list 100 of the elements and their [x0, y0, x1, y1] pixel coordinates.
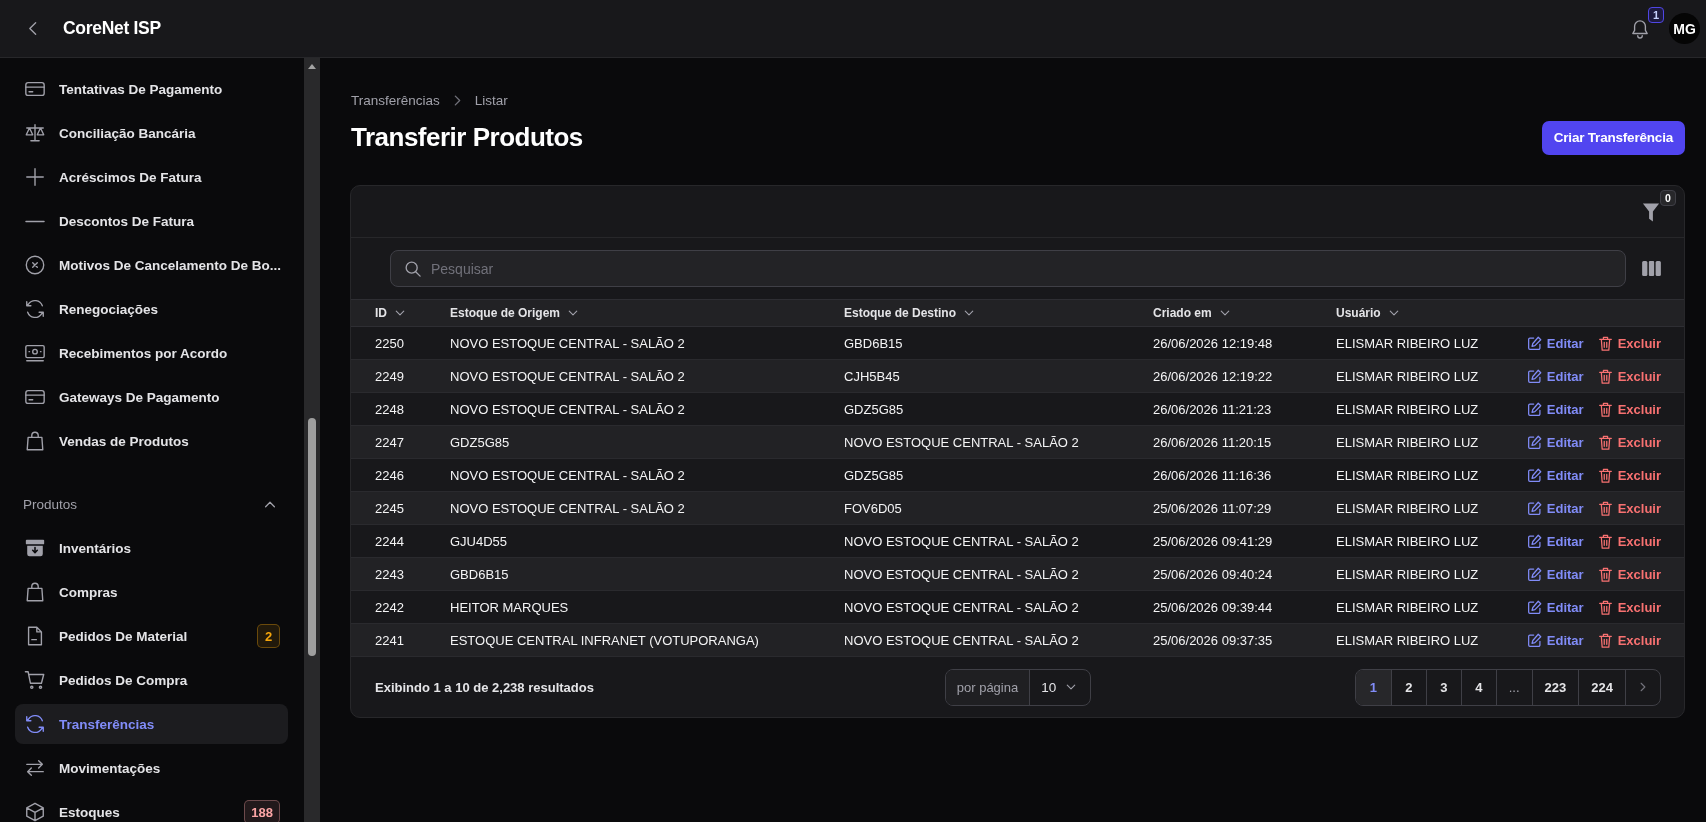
edit-button[interactable]: Editar	[1526, 401, 1584, 417]
table-cell: 2248	[375, 401, 404, 417]
page-button[interactable]: 4	[1460, 669, 1496, 705]
chevron-left-icon[interactable]	[28, 21, 37, 36]
chevron-down-icon	[1219, 310, 1230, 316]
table-cell: 2247	[375, 434, 404, 450]
delete-button[interactable]: Excluir	[1597, 500, 1661, 516]
table-cell: 2250	[375, 335, 404, 351]
scroll-up-arrow-icon[interactable]	[308, 64, 316, 69]
delete-button[interactable]: Excluir	[1597, 335, 1661, 351]
table-cell: GDZ5G85	[844, 401, 904, 417]
column-header[interactable]: ID	[375, 306, 405, 320]
section-header[interactable]: Produtos	[15, 484, 288, 524]
table-cell: ELISMAR RIBEIRO LUZ	[1336, 599, 1479, 615]
notification-badge: 1	[1648, 6, 1664, 23]
delete-button[interactable]: Excluir	[1597, 434, 1661, 450]
table-cell: ELISMAR RIBEIRO LUZ	[1336, 335, 1479, 351]
page-size-dropdown[interactable]: 10	[1030, 669, 1091, 705]
table-cell: ELISMAR RIBEIRO LUZ	[1336, 632, 1479, 648]
table-cell: ELISMAR RIBEIRO LUZ	[1336, 467, 1479, 483]
create-transfer-button[interactable]: Criar Transferência	[1541, 120, 1685, 155]
breadcrumb-current: Listar	[474, 92, 508, 108]
scrollbar-thumb[interactable]	[308, 418, 316, 656]
scales-icon	[24, 122, 46, 144]
delete-button[interactable]: Excluir	[1597, 632, 1661, 648]
sidebar-item[interactable]: Vendas de Produtos	[15, 421, 288, 461]
table-cell: FOV6D05	[844, 500, 902, 516]
edit-button[interactable]: Editar	[1526, 335, 1584, 351]
delete-button[interactable]: Excluir	[1597, 566, 1661, 582]
sidebar-item[interactable]: Tentativas De Pagamento	[15, 69, 288, 109]
edit-button[interactable]: Editar	[1526, 368, 1584, 384]
refresh-arrows-icon	[24, 713, 46, 735]
page-button[interactable]: 1	[1355, 669, 1391, 705]
chevron-down-icon	[1388, 310, 1399, 316]
delete-button[interactable]: Excluir	[1597, 401, 1661, 417]
sidebar-item[interactable]: Transferências	[15, 704, 288, 744]
refresh-arrows-icon	[24, 298, 46, 320]
table-cell: 25/06/2026 11:07:29	[1153, 500, 1272, 516]
edit-button[interactable]: Editar	[1526, 599, 1584, 615]
sidebar-item[interactable]: Conciliação Bancária	[15, 113, 288, 153]
column-header[interactable]: Usuário	[1336, 306, 1399, 320]
trash-icon	[1597, 467, 1613, 483]
page-button[interactable]: 2	[1390, 669, 1426, 705]
bell-icon[interactable]	[1631, 18, 1649, 39]
sidebar-item[interactable]: Acréscimos De Fatura	[15, 157, 288, 197]
delete-button[interactable]: Excluir	[1597, 368, 1661, 384]
sidebar-item[interactable]: Renegociações	[15, 289, 288, 329]
chevron-down-icon	[568, 310, 579, 316]
column-header[interactable]: Estoque de Origem	[450, 306, 579, 320]
table-cell: 2244	[375, 533, 404, 549]
scrollbar-track[interactable]	[304, 58, 320, 822]
sidebar-item[interactable]: Inventários	[15, 528, 288, 568]
search-icon	[405, 260, 421, 277]
delete-button[interactable]: Excluir	[1597, 533, 1661, 549]
sidebar-item[interactable]: Motivos De Cancelamento De Bo...	[15, 245, 288, 285]
breadcrumb-link[interactable]: Transferências	[351, 92, 440, 108]
table-cell: GJU4D55	[450, 533, 508, 549]
chevron-down-icon	[964, 310, 974, 316]
filter-count-badge: 0	[1660, 190, 1676, 206]
delete-button[interactable]: Excluir	[1597, 599, 1661, 615]
plus-icon	[24, 166, 46, 188]
sidebar-item[interactable]: Pedidos De Compra	[15, 660, 288, 700]
column-header[interactable]: Estoque de Destino	[844, 306, 974, 320]
sidebar-item[interactable]: Compras	[15, 572, 288, 612]
table-cell: NOVO ESTOQUE CENTRAL - SALÃO 2	[450, 401, 685, 417]
search-field[interactable]: Pesquisar	[390, 250, 1626, 287]
chevron-down-icon	[395, 310, 405, 316]
per-page-label: por página	[945, 669, 1031, 705]
edit-button[interactable]: Editar	[1526, 467, 1584, 483]
filter-icon[interactable]	[1642, 203, 1660, 222]
edit-button[interactable]: Editar	[1526, 533, 1584, 549]
edit-button[interactable]: Editar	[1526, 632, 1584, 648]
page-button[interactable]: 223	[1531, 669, 1579, 705]
sidebar-item[interactable]: Gateways De Pagamento	[15, 377, 288, 417]
shopping-bag-icon	[24, 430, 46, 452]
edit-button[interactable]: Editar	[1526, 500, 1584, 516]
delete-button[interactable]: Excluir	[1597, 467, 1661, 483]
table-cell: NOVO ESTOQUE CENTRAL - SALÃO 2	[844, 434, 1079, 450]
table-cell: 2242	[375, 599, 404, 615]
user-avatar[interactable]: MG	[1669, 13, 1700, 44]
columns-icon[interactable]	[1642, 261, 1661, 276]
edit-button[interactable]: Editar	[1526, 566, 1584, 582]
sidebar-item[interactable]: Estoques 188	[15, 792, 288, 822]
table-cell: NOVO ESTOQUE CENTRAL - SALÃO 2	[844, 599, 1079, 615]
trash-icon	[1597, 500, 1613, 516]
sidebar-item[interactable]: Descontos De Fatura	[15, 201, 288, 241]
page-button[interactable]: 224	[1578, 669, 1625, 705]
cube-icon	[24, 801, 46, 822]
edit-button[interactable]: Editar	[1526, 434, 1584, 450]
table-cell: NOVO ESTOQUE CENTRAL - SALÃO 2	[450, 368, 685, 384]
sidebar-item[interactable]: Recebimentos por Acordo	[15, 333, 288, 373]
sidebar-item[interactable]: Movimentações	[15, 748, 288, 788]
table-cell: GDZ5G85	[450, 434, 510, 450]
table-cell: NOVO ESTOQUE CENTRAL - SALÃO 2	[844, 566, 1079, 582]
sidebar-item[interactable]: Pedidos De Material 2	[15, 616, 288, 656]
table-cell: GDZ5G85	[844, 467, 904, 483]
column-header[interactable]: Criado em	[1153, 306, 1230, 320]
trash-icon	[1597, 533, 1613, 549]
table-cell: 2246	[375, 467, 404, 483]
page-button[interactable]: 3	[1425, 669, 1461, 705]
